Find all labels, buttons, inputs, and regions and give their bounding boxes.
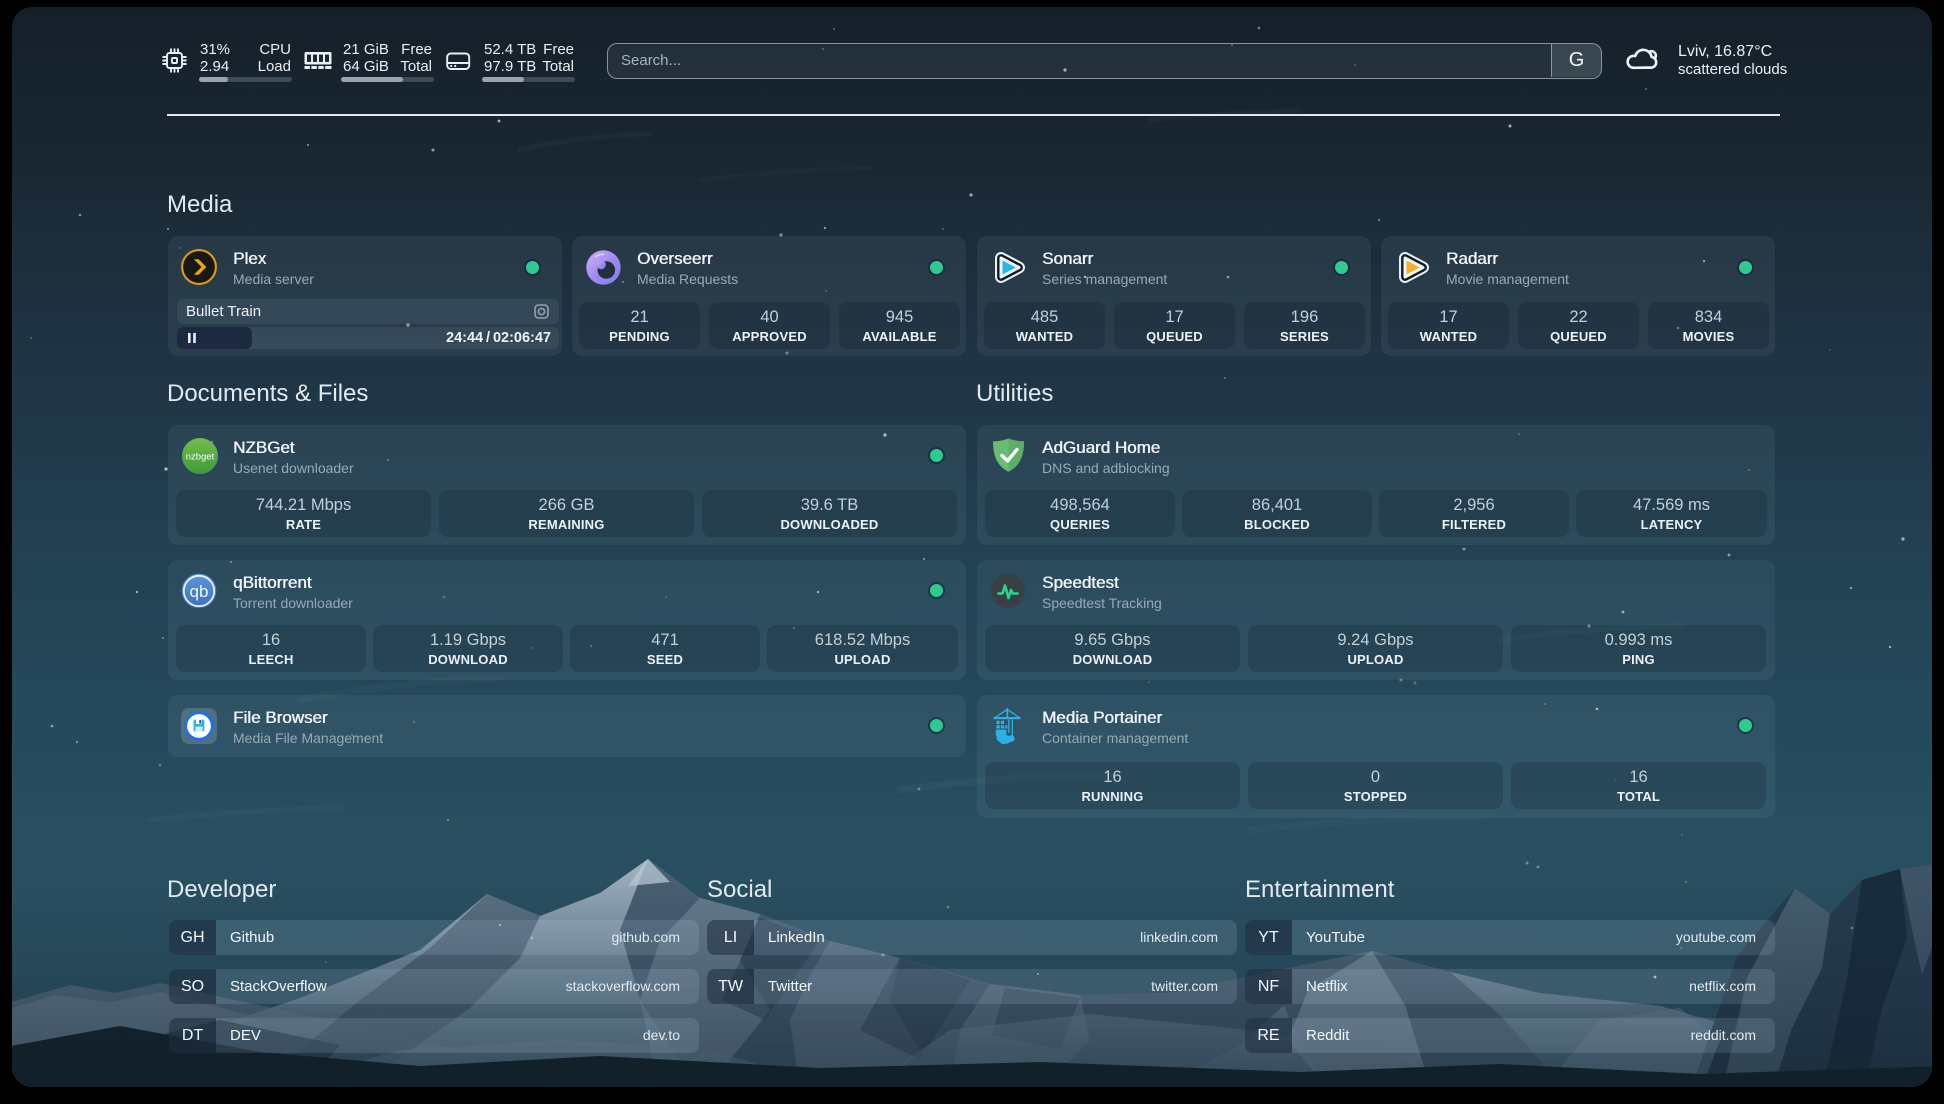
- svg-text:nzbget: nzbget: [186, 452, 215, 463]
- svg-text:qb: qb: [190, 582, 209, 601]
